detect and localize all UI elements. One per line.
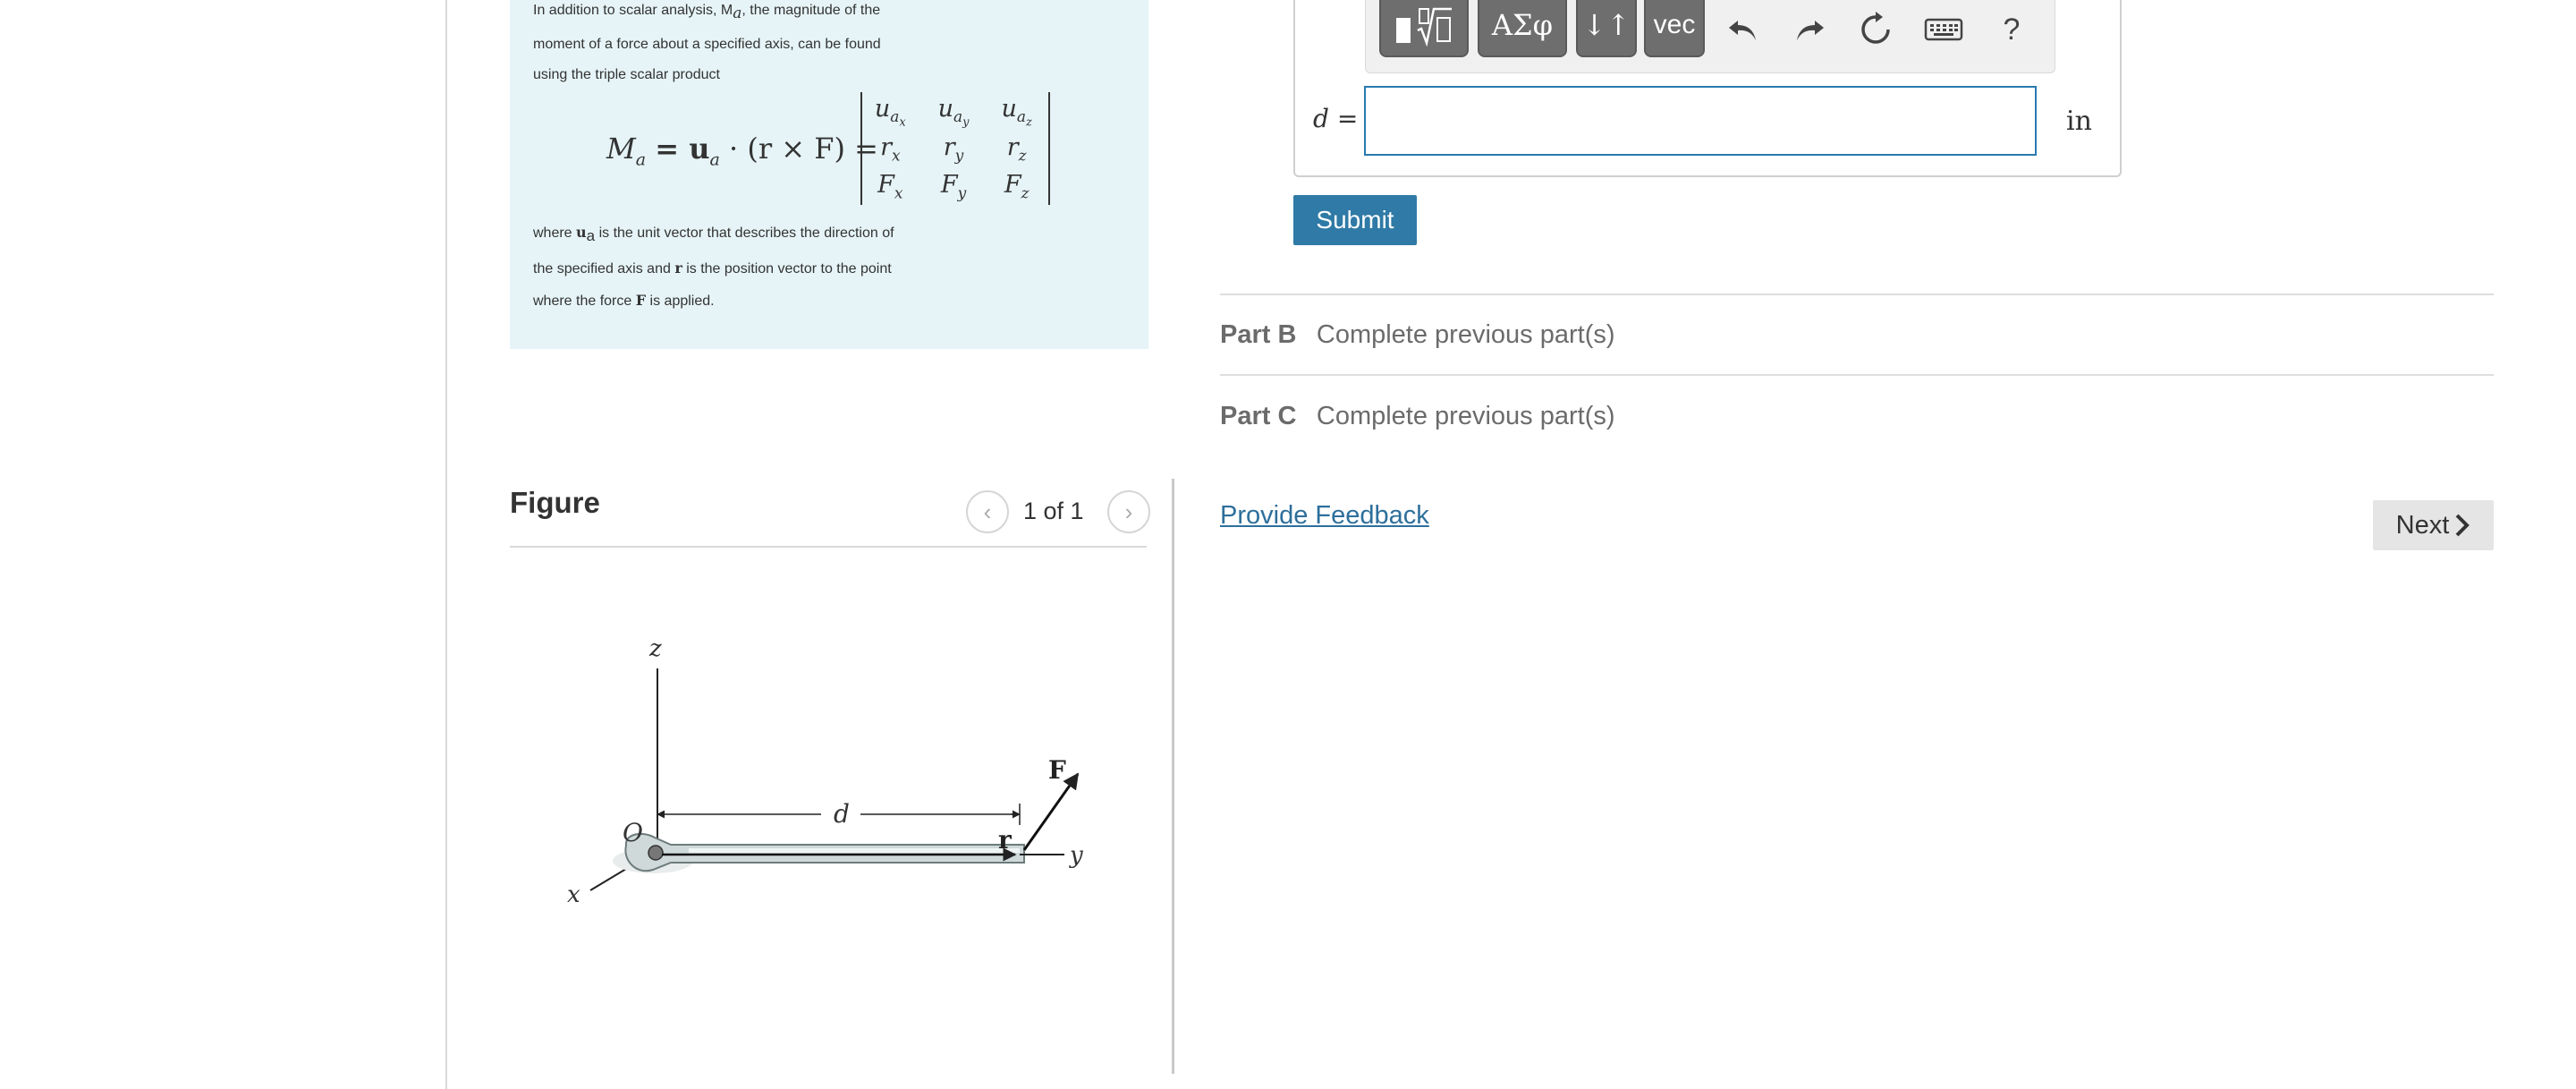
where-1: where — [533, 225, 577, 241]
where-ua-sub: a — [586, 227, 596, 245]
intro-line-3: using the triple scalar product — [533, 67, 720, 83]
intro-line-1: In addition to scalar analysis, M — [533, 3, 733, 18]
matrix-cell: rx — [880, 133, 901, 166]
undo-icon — [1729, 21, 1756, 40]
matrix-cell: uaz — [1001, 94, 1032, 130]
where-5: where the force — [533, 294, 636, 310]
panel-divider[interactable] — [1172, 479, 1174, 1074]
matrix-row: Fx Fy Fz — [859, 168, 1048, 206]
d-label: d — [834, 799, 850, 829]
redo-icon — [1797, 21, 1824, 40]
subsup-button[interactable]: ↓↑ — [1576, 0, 1637, 57]
bolt — [648, 845, 664, 861]
where-4: is the position vector to the point — [682, 261, 892, 277]
where-6: is applied. — [646, 294, 715, 310]
wrench-figure: z x y O d r F — [567, 635, 1083, 908]
matrix-cell: rz — [1006, 133, 1027, 166]
y-label: y — [1069, 842, 1083, 869]
part-c-status: Complete previous part(s) — [1316, 402, 1615, 430]
part-c-row: Part C Complete previous part(s) — [1220, 402, 1615, 431]
part-c-label: Part C — [1220, 402, 1297, 430]
unit-label: in — [2066, 106, 2092, 137]
intro-line-1-end: , the magnitude of the — [741, 3, 881, 18]
templates-button[interactable] — [1379, 0, 1469, 57]
r-label: r — [998, 825, 1013, 855]
matrix-cell: uay — [937, 94, 970, 130]
left-border — [445, 0, 447, 1089]
origin-label: O — [623, 818, 643, 847]
keyboard-button[interactable] — [1919, 5, 1968, 54]
where-3: the specified axis and — [533, 261, 675, 277]
undo-button[interactable] — [1719, 5, 1767, 54]
figure-page-count: 1 of 1 — [1023, 498, 1084, 524]
part-b-label: Part B — [1220, 320, 1297, 349]
next-button[interactable]: Next — [2373, 500, 2494, 550]
greek-button[interactable]: ΑΣφ — [1478, 0, 1567, 57]
redo-button[interactable] — [1785, 5, 1834, 54]
formula-m-sub: a — [635, 149, 647, 170]
matrix-cell: Fy — [940, 171, 967, 203]
determinant-right-bar — [1048, 92, 1050, 205]
formula-lhs: Ma = ua · (r × F) = — [606, 132, 878, 169]
formula-tail: · (r × F) = — [719, 132, 878, 166]
reset-icon — [1861, 12, 1890, 44]
matrix-cell: Fz — [1004, 171, 1030, 203]
submit-button[interactable]: Submit — [1293, 195, 1417, 245]
matrix-row: uax uay uaz — [859, 93, 1048, 131]
intro-subscript: a — [733, 4, 742, 23]
where-2: is the unit vector that describes the di… — [595, 225, 894, 241]
part-b-row: Part B Complete previous part(s) — [1220, 320, 1615, 350]
part-divider-1 — [1220, 294, 2494, 295]
intro-line-2: moment of a force about a specified axis… — [533, 37, 881, 53]
help-button[interactable]: ? — [1987, 5, 2036, 54]
formula-m: M — [606, 132, 636, 166]
formula-u: = u — [655, 132, 710, 166]
provide-feedback-link[interactable]: Provide Feedback — [1220, 501, 1429, 531]
next-label: Next — [2395, 510, 2450, 540]
vec-button[interactable]: vec — [1644, 0, 1705, 57]
intro-text: In addition to scalar analysis, Ma, the … — [533, 0, 1132, 98]
force-vector — [1022, 772, 1080, 851]
where-r: r — [674, 259, 682, 277]
d-answer-label: d = — [1313, 104, 1358, 133]
figure-next-button[interactable]: › — [1107, 490, 1150, 533]
matrix-cell: Fx — [877, 171, 903, 203]
wrench-highlight — [689, 848, 1020, 853]
chevron-left-icon: ‹ — [983, 498, 992, 525]
figure-divider — [510, 546, 1147, 548]
where-F: F — [635, 292, 647, 310]
d-answer-input[interactable] — [1364, 86, 2037, 156]
z-label: z — [648, 635, 662, 662]
d-label-text: d = — [1313, 104, 1359, 133]
where-text: where ua is the unit vector that describ… — [533, 209, 1141, 324]
figure-prev-button[interactable]: ‹ — [966, 490, 1009, 533]
where-ua: u — [576, 224, 587, 241]
formula-u-sub: a — [709, 149, 720, 170]
chevron-right-icon — [2455, 514, 2470, 537]
force-label: F — [1048, 755, 1066, 785]
matrix-row: rx ry rz — [859, 131, 1048, 168]
reset-button[interactable] — [1852, 5, 1900, 54]
figure-title: Figure — [510, 486, 600, 519]
part-divider-2 — [1220, 374, 2494, 376]
templates-icon — [1396, 7, 1452, 47]
determinant-matrix: uax uay uaz rx ry rz Fx Fy Fz — [859, 93, 1048, 206]
keyboard-icon — [1924, 18, 1963, 41]
x-label: x — [567, 881, 580, 908]
matrix-cell: uax — [874, 94, 906, 130]
chevron-right-icon: › — [1124, 498, 1133, 525]
matrix-cell: ry — [943, 133, 964, 166]
part-b-status: Complete previous part(s) — [1316, 320, 1615, 349]
